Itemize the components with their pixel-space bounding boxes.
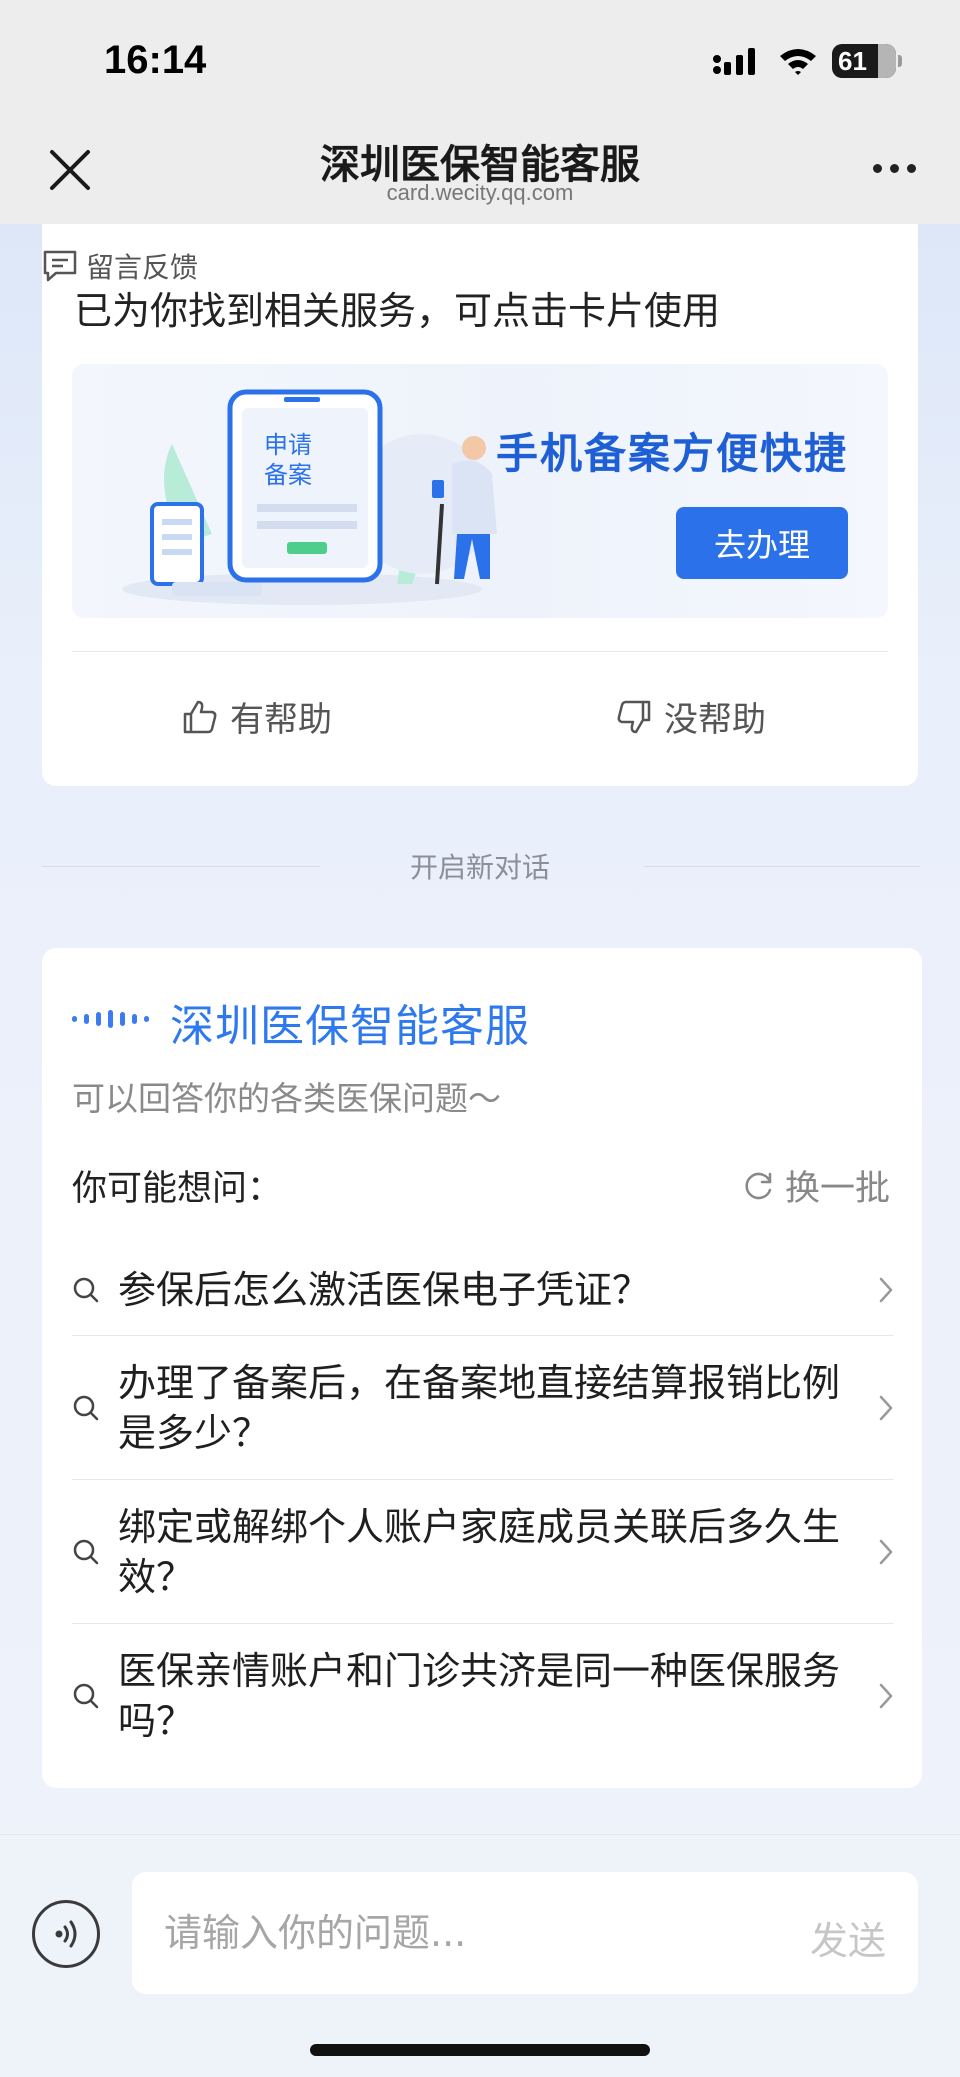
battery-level: 61 [838, 45, 867, 76]
divider-line-right [644, 866, 920, 867]
answer-message: 已为你找到相关服务，可点击卡片使用 [74, 289, 721, 333]
page-url: card.wecity.qq.com [386, 180, 574, 205]
helpful-label: 有帮助 [230, 700, 332, 740]
question-text: 办理了备案后，在备案地直接结算报销比例是多少？ [118, 1360, 841, 1455]
message-icon [43, 250, 77, 282]
question-text: 医保亲情账户和门诊共济是同一种医保服务吗？ [118, 1649, 841, 1743]
home-indicator [310, 2044, 650, 2056]
status-icons: 61 [712, 44, 902, 78]
helpful-button[interactable]: 有帮助 [182, 692, 332, 741]
suggested-question[interactable]: 办理了备案后，在备案地直接结算报销比例是多少？ [72, 1336, 894, 1480]
suggest-label: 你可能想问： [72, 1169, 283, 1209]
new-chat-divider[interactable]: 开启新对话 [0, 846, 960, 886]
question-text: 绑定或解绑个人账户家庭成员关联后多久生效？ [118, 1504, 841, 1599]
signal-icon [713, 48, 755, 75]
search-icon [72, 1538, 102, 1566]
refresh-button[interactable]: 换一批 [743, 1160, 890, 1211]
go-handle-button[interactable]: 去办理 [676, 507, 848, 579]
wave-icon [72, 1010, 149, 1028]
banner-heading: 手机备案方便快捷 [495, 429, 848, 478]
welcome-title: 深圳医保智能客服 [170, 1001, 530, 1052]
not-helpful-button[interactable]: 没帮助 [616, 692, 766, 741]
suggested-question[interactable]: 医保亲情账户和门诊共济是同一种医保服务吗？ [72, 1624, 894, 1768]
phone-screen-line1: 申请 [264, 431, 312, 459]
thumbs-up-icon [183, 700, 217, 733]
question-input[interactable] [132, 1872, 918, 1994]
status-bar: 16:14 61 [0, 0, 960, 124]
search-icon [72, 1394, 102, 1422]
wifi-icon [780, 49, 816, 75]
phone-screen-line2: 备案 [264, 461, 312, 489]
refresh-icon [745, 1172, 772, 1199]
refresh-label: 换一批 [784, 1169, 890, 1209]
chevron-right-icon [864, 1276, 894, 1304]
status-time: 16:14 [104, 38, 207, 82]
not-helpful-label: 没帮助 [664, 700, 766, 740]
voice-icon [55, 1920, 77, 1948]
phone-filing-illustration [122, 389, 497, 605]
nav-bar: 深圳医保智能客服 card.wecity.qq.com [0, 124, 960, 224]
search-icon [72, 1682, 102, 1710]
voice-input-button[interactable] [32, 1900, 100, 1968]
chevron-right-icon [864, 1394, 894, 1422]
thumbs-down-icon [617, 700, 651, 733]
phone-screen-text: 申请 备案 [245, 430, 331, 490]
question-text: 参保后怎么激活医保电子凭证？ [118, 1267, 651, 1312]
card-divider [72, 651, 888, 652]
suggested-question[interactable]: 绑定或解绑个人账户家庭成员关联后多久生效？ [72, 1480, 894, 1624]
search-icon [72, 1276, 102, 1304]
more-icon[interactable] [873, 164, 916, 173]
welcome-subtitle: 可以回答你的各类医保问题～ [72, 1079, 501, 1118]
suggested-question[interactable]: 参保后怎么激活医保电子凭证？ [72, 1244, 894, 1336]
battery-icon: 61 [832, 44, 902, 78]
service-banner-card[interactable]: 申请 备案 手机备案方便快捷 去办理 [72, 364, 888, 618]
send-button[interactable]: 发送 [810, 1910, 886, 1965]
chevron-right-icon [864, 1538, 894, 1566]
chevron-right-icon [864, 1682, 894, 1710]
